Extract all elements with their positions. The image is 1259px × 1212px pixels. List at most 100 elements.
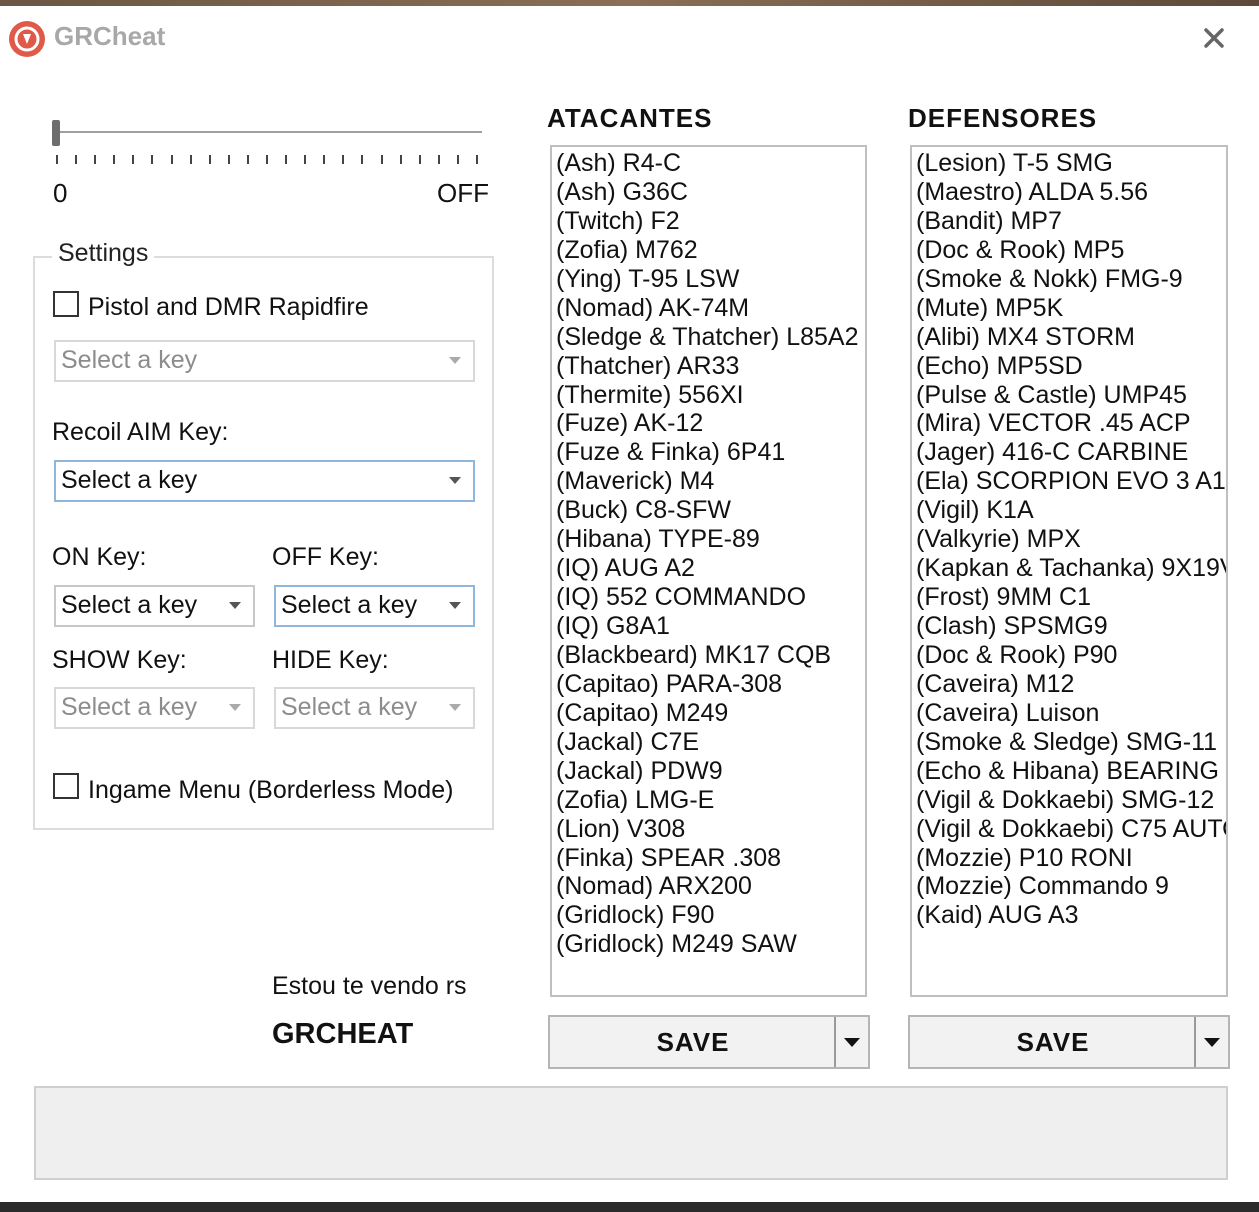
list-item[interactable]: (Doc & Rook) P90 bbox=[916, 641, 1222, 670]
list-item[interactable]: (Echo) MP5SD bbox=[916, 352, 1222, 381]
hide-key-value: Select a key bbox=[281, 693, 418, 721]
recoil-key-select[interactable]: Select a key bbox=[54, 460, 475, 502]
list-item[interactable]: (Gridlock) F90 bbox=[556, 901, 861, 930]
list-item[interactable]: (IQ) G8A1 bbox=[556, 612, 861, 641]
list-item[interactable]: (Bandit) MP7 bbox=[916, 207, 1222, 236]
list-item[interactable]: (Zofia) M762 bbox=[556, 236, 861, 265]
chevron-down-icon bbox=[229, 704, 241, 711]
slider-tick bbox=[151, 155, 154, 164]
list-item[interactable]: (Sledge & Thatcher) L85A2 bbox=[556, 323, 861, 352]
list-item[interactable]: (Mozzie) Commando 9 bbox=[916, 872, 1222, 901]
rapidfire-label: Pistol and DMR Rapidfire bbox=[88, 293, 369, 321]
off-key-value: Select a key bbox=[281, 591, 418, 619]
defenders-save-button[interactable]: SAVE bbox=[910, 1017, 1196, 1067]
list-item[interactable]: (Smoke & Sledge) SMG-11 bbox=[916, 728, 1222, 757]
rapidfire-key-value: Select a key bbox=[61, 346, 198, 374]
attackers-listbox[interactable]: (Ash) R4-C (Ash) G36C (Twitch) F2 (Zofia) M… bbox=[550, 145, 867, 997]
chevron-down-icon bbox=[449, 357, 461, 364]
list-item[interactable]: (Vigil & Dokkaebi) SMG-12 bbox=[916, 786, 1222, 815]
off-key-select[interactable]: Select a key bbox=[274, 585, 475, 627]
list-item[interactable]: (Hibana) TYPE-89 bbox=[556, 525, 861, 554]
list-item[interactable]: (Jackal) C7E bbox=[556, 728, 861, 757]
list-item[interactable]: (Zofia) LMG-E bbox=[556, 786, 861, 815]
defenders-save-dropdown[interactable] bbox=[1194, 1017, 1228, 1067]
on-key-label: ON Key: bbox=[52, 543, 147, 571]
settings-legend: Settings bbox=[52, 239, 155, 268]
list-item[interactable]: (Maestro) ALDA 5.56 bbox=[916, 178, 1222, 207]
list-item[interactable]: (Kaid) AUG A3 bbox=[916, 901, 1222, 930]
list-item[interactable]: (Mozzie) P10 RONI bbox=[916, 844, 1222, 873]
slider-tick bbox=[380, 155, 383, 164]
on-key-value: Select a key bbox=[61, 591, 198, 619]
on-key-select[interactable]: Select a key bbox=[54, 585, 255, 627]
list-item[interactable]: (Buck) C8-SFW bbox=[556, 496, 861, 525]
rapidfire-checkbox[interactable] bbox=[53, 291, 79, 317]
hide-key-select[interactable]: Select a key bbox=[274, 687, 475, 729]
list-item[interactable]: (Capitao) M249 bbox=[556, 699, 861, 728]
list-item[interactable]: (Smoke & Nokk) FMG-9 bbox=[916, 265, 1222, 294]
slider-tick bbox=[208, 155, 211, 164]
list-item[interactable]: (IQ) AUG A2 bbox=[556, 554, 861, 583]
list-item[interactable]: (Caveira) M12 bbox=[916, 670, 1222, 699]
slider-tick bbox=[75, 155, 78, 164]
attackers-save-split-button: SAVE bbox=[548, 1015, 870, 1069]
list-item[interactable]: (Pulse & Castle) UMP45 bbox=[916, 381, 1222, 410]
list-item[interactable]: (IQ) 552 COMMANDO bbox=[556, 583, 861, 612]
close-icon bbox=[1204, 28, 1224, 48]
list-item[interactable]: (Ela) SCORPION EVO 3 A1 bbox=[916, 467, 1226, 496]
recoil-key-value: Select a key bbox=[61, 466, 198, 494]
slider-tick bbox=[456, 155, 459, 164]
list-item[interactable]: (Clash) SPSMG9 bbox=[916, 612, 1222, 641]
sensitivity-slider[interactable] bbox=[50, 116, 482, 176]
list-item[interactable]: (Doc & Rook) MP5 bbox=[916, 236, 1222, 265]
list-item[interactable]: (Fuze & Finka) 6P41 bbox=[556, 438, 861, 467]
rapidfire-key-select[interactable]: Select a key bbox=[54, 340, 475, 382]
list-item[interactable]: (Finka) SPEAR .308 bbox=[556, 844, 861, 873]
ingame-menu-checkbox[interactable] bbox=[53, 773, 79, 799]
recoil-label: Recoil AIM Key: bbox=[52, 418, 229, 446]
chevron-down-icon bbox=[1204, 1038, 1220, 1047]
close-button[interactable] bbox=[1196, 20, 1232, 56]
list-item[interactable]: (Vigil) K1A bbox=[916, 496, 1222, 525]
slider-thumb[interactable] bbox=[52, 120, 60, 146]
show-key-select[interactable]: Select a key bbox=[54, 687, 255, 729]
list-item[interactable]: (Thermite) 556XI bbox=[556, 381, 861, 410]
slider-tick bbox=[113, 155, 116, 164]
list-item[interactable]: (Valkyrie) MPX bbox=[916, 525, 1222, 554]
list-item[interactable]: (Jackal) PDW9 bbox=[556, 757, 861, 786]
slider-tick bbox=[56, 155, 58, 164]
list-item[interactable]: (Frost) 9MM C1 bbox=[916, 583, 1222, 612]
list-item[interactable]: (Kapkan & Tachanka) 9X19V bbox=[916, 554, 1226, 583]
hide-key-label: HIDE Key: bbox=[272, 646, 389, 674]
list-item[interactable]: (Capitao) PARA-308 bbox=[556, 670, 861, 699]
attackers-save-button[interactable]: SAVE bbox=[550, 1017, 836, 1067]
attackers-save-dropdown[interactable] bbox=[834, 1017, 868, 1067]
slider-tick bbox=[227, 155, 230, 164]
list-item[interactable]: (Echo & Hibana) BEARING 9 bbox=[916, 757, 1226, 786]
list-item[interactable]: (Gridlock) M249 SAW bbox=[556, 930, 861, 959]
list-item[interactable]: (Alibi) MX4 STORM bbox=[916, 323, 1222, 352]
list-item[interactable]: (Twitch) F2 bbox=[556, 207, 861, 236]
list-item[interactable]: (Nomad) AK-74M bbox=[556, 294, 861, 323]
list-item[interactable]: (Vigil & Dokkaebi) C75 AUTO bbox=[916, 815, 1226, 844]
list-item[interactable]: (Mira) VECTOR .45 ACP bbox=[916, 409, 1222, 438]
list-item[interactable]: (Caveira) Luison bbox=[916, 699, 1222, 728]
list-item[interactable]: (Jager) 416-C CARBINE bbox=[916, 438, 1222, 467]
chevron-down-icon bbox=[449, 477, 461, 484]
status-panel bbox=[34, 1086, 1228, 1180]
list-item[interactable]: (Lesion) T-5 SMG bbox=[916, 149, 1222, 178]
list-item[interactable]: (Mute) MP5K bbox=[916, 294, 1222, 323]
list-item[interactable]: (Thatcher) AR33 bbox=[556, 352, 861, 381]
list-item[interactable]: (Ash) G36C bbox=[556, 178, 861, 207]
ingame-menu-label: Ingame Menu (Borderless Mode) bbox=[88, 776, 454, 804]
defenders-listbox[interactable]: (Lesion) T-5 SMG (Maestro) ALDA 5.56 (Band… bbox=[910, 145, 1228, 997]
list-item[interactable]: (Lion) V308 bbox=[556, 815, 861, 844]
footer-brand: GRCHEAT bbox=[272, 1018, 414, 1050]
list-item[interactable]: (Ash) R4-C bbox=[556, 149, 861, 178]
list-item[interactable]: (Nomad) ARX200 bbox=[556, 872, 861, 901]
list-item[interactable]: (Maverick) M4 bbox=[556, 467, 861, 496]
chevron-down-icon bbox=[449, 602, 461, 609]
list-item[interactable]: (Blackbeard) MK17 CQB bbox=[556, 641, 861, 670]
list-item[interactable]: (Fuze) AK-12 bbox=[556, 409, 861, 438]
list-item[interactable]: (Ying) T-95 LSW bbox=[556, 265, 861, 294]
